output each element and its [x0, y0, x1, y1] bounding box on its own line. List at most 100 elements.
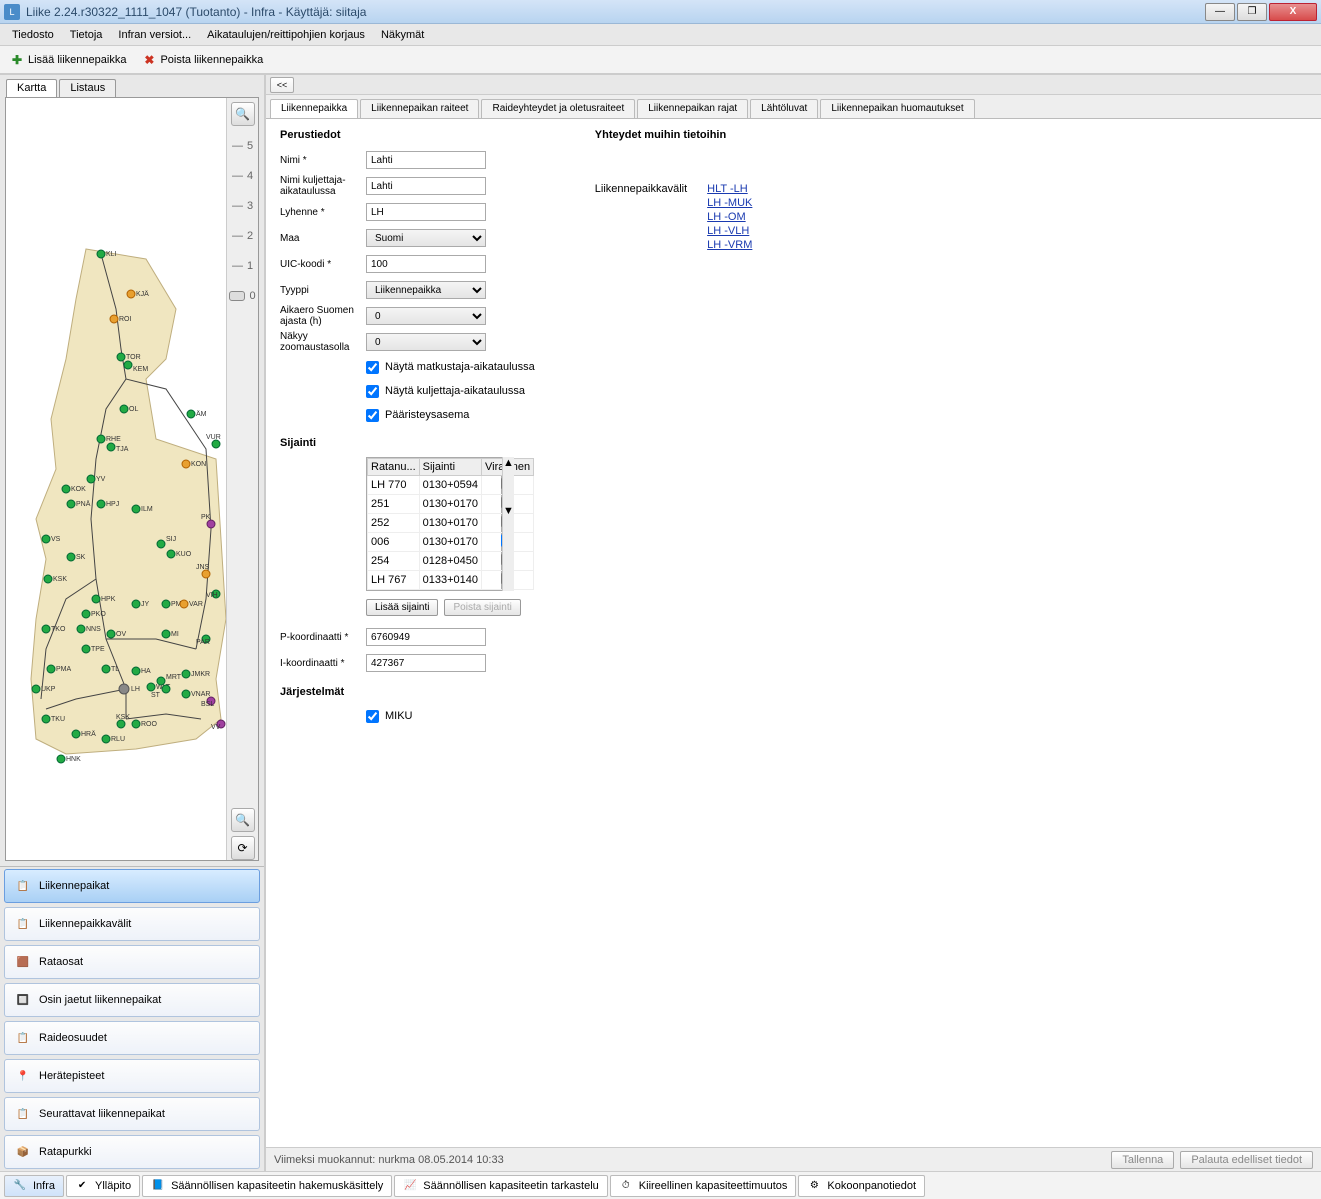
maximize-button[interactable]: ❐	[1237, 3, 1267, 21]
close-button[interactable]: X	[1269, 3, 1317, 21]
col-sijainti[interactable]: Sijainti	[419, 459, 481, 476]
location-icon: 📋	[15, 878, 31, 894]
menu-tiedosto[interactable]: Tiedosto	[4, 27, 62, 43]
label-nimi-kulj: Nimi kuljettaja-aikataulussa	[280, 175, 366, 197]
menu-aikataulujen-korjaus[interactable]: Aikataulujen/reittipohjien korjaus	[199, 27, 373, 43]
nav-rataosat[interactable]: 🟫Rataosat	[4, 945, 260, 979]
label-chk2: Näytä kuljettaja-aikataulussa	[385, 385, 525, 397]
link-0[interactable]: HLT -LH	[707, 183, 752, 195]
interval-icon: 📋	[15, 916, 31, 932]
chk-paa[interactable]	[366, 409, 379, 422]
chk-kuljettaja[interactable]	[366, 385, 379, 398]
menu-infran-versiot[interactable]: Infran versiot...	[110, 27, 199, 43]
tab-raideyhteydet[interactable]: Raideyhteydet ja oletusraiteet	[481, 99, 635, 118]
input-ikoord[interactable]	[366, 654, 486, 672]
label-liikennepaikkavalit: Liikennepaikkavälit	[595, 183, 687, 251]
svg-text:TKO: TKO	[51, 626, 66, 633]
refresh-map-button[interactable]: ⟳	[231, 836, 255, 860]
tab-rajat[interactable]: Liikennepaikan rajat	[637, 99, 748, 118]
svg-text:KUO: KUO	[176, 551, 192, 558]
svg-text:PMA: PMA	[56, 666, 72, 673]
section-yhteydet: Yhteydet muihin tietoihin	[595, 129, 753, 141]
status-kokoonpano[interactable]: ⚙Kokoonpanotiedot	[798, 1175, 925, 1197]
nav-heratepisteet[interactable]: 📍Herätepisteet	[4, 1059, 260, 1093]
input-pkoord[interactable]	[366, 628, 486, 646]
col-ratanu[interactable]: Ratanu...	[368, 459, 420, 476]
svg-text:PNÄ: PNÄ	[76, 500, 91, 508]
svg-text:KEM: KEM	[133, 366, 148, 373]
svg-text:SK: SK	[76, 554, 86, 561]
link-2[interactable]: LH -OM	[707, 211, 752, 223]
follow-icon: 📋	[15, 1106, 31, 1122]
tab-lahtoluvat[interactable]: Lähtöluvat	[750, 99, 818, 118]
nav-ratapurkki[interactable]: 📦Ratapurkki	[4, 1135, 260, 1169]
maintenance-icon: ✔	[75, 1179, 89, 1193]
input-lyhenne[interactable]	[366, 203, 486, 221]
tab-huomautukset[interactable]: Liikennepaikan huomautukset	[820, 99, 974, 118]
tab-listaus[interactable]: Listaus	[59, 79, 116, 97]
collapse-left-button[interactable]: <<	[270, 77, 294, 93]
svg-text:KLI: KLI	[106, 251, 117, 258]
tab-kartta[interactable]: Kartta	[6, 79, 57, 97]
menu-tietoja[interactable]: Tietoja	[62, 27, 111, 43]
toolbar: ✚ Lisää liikennepaikka ✖ Poista liikenne…	[0, 46, 1321, 74]
label-ikoord: I-koordinaatti *	[280, 658, 366, 669]
link-3[interactable]: LH -VLH	[707, 225, 752, 237]
revert-button[interactable]: Palauta edelliset tiedot	[1180, 1151, 1313, 1169]
input-uic[interactable]	[366, 255, 486, 273]
statusbar: 🔧Infra ✔Ylläpito 📘Säännöllisen kapasitee…	[0, 1171, 1321, 1199]
svg-text:HNK: HNK	[66, 756, 81, 763]
label-nimi: Nimi *	[280, 155, 366, 166]
label-lyhenne: Lyhenne *	[280, 207, 366, 218]
zoom-out-button[interactable]: 🔍	[231, 808, 255, 832]
map-area[interactable]: KLI KJÄ ROI TOR KEM OL ÄM RHE TJA VUR KO…	[6, 98, 226, 860]
status-yllapito[interactable]: ✔Ylläpito	[66, 1175, 140, 1197]
status-kapasiteetti-tarkastelu[interactable]: 📈Säännöllisen kapasiteetin tarkastelu	[394, 1175, 608, 1197]
link-list: HLT -LH LH -MUK LH -OM LH -VLH LH -VRM	[707, 183, 752, 251]
tab-raiteet[interactable]: Liikennepaikan raiteet	[360, 99, 479, 118]
zoom-slider[interactable]: — 5 — 4 — 3 — 2 — 1 0	[229, 130, 255, 804]
select-aikaero[interactable]: 0	[366, 307, 486, 325]
nav-seurattavat[interactable]: 📋Seurattavat liikennepaikat	[4, 1097, 260, 1131]
add-sijainti-button[interactable]: Lisää sijainti	[366, 599, 438, 616]
nav-liikennepaikat[interactable]: 📋Liikennepaikat	[4, 869, 260, 903]
sijainti-table[interactable]: Ratanu... Sijainti Virallinen LH 7700130…	[366, 457, 502, 591]
minimize-button[interactable]: —	[1205, 3, 1235, 21]
zoom-in-button[interactable]: 🔍	[231, 102, 255, 126]
chk-miku[interactable]	[366, 710, 379, 723]
nav-raideosuudet[interactable]: 📋Raideosuudet	[4, 1021, 260, 1055]
chk-matkustaja[interactable]	[366, 361, 379, 374]
svg-text:SIJ: SIJ	[166, 536, 176, 543]
del-liikennepaikka-button[interactable]: ✖ Poista liikennepaikka	[138, 51, 267, 69]
input-nimi[interactable]	[366, 151, 486, 169]
link-4[interactable]: LH -VRM	[707, 239, 752, 251]
svg-text:PK: PK	[201, 514, 211, 521]
map-tools: 🔍 — 5 — 4 — 3 — 2 — 1 0 🔍 ⟳	[226, 98, 258, 860]
save-button[interactable]: Tallenna	[1111, 1151, 1174, 1169]
nav-buttons: 📋Liikennepaikat 📋Liikennepaikkavälit 🟫Ra…	[0, 866, 264, 1171]
label-maa: Maa	[280, 233, 366, 244]
svg-text:ROI: ROI	[119, 316, 132, 323]
link-1[interactable]: LH -MUK	[707, 197, 752, 209]
label-miku: MIKU	[385, 710, 413, 722]
nav-liikennepaikkavalit[interactable]: 📋Liikennepaikkavälit	[4, 907, 260, 941]
del-sijainti-button[interactable]: Poista sijainti	[444, 599, 520, 616]
app-icon: L	[4, 4, 20, 20]
tab-liikennepaikka[interactable]: Liikennepaikka	[270, 99, 358, 118]
add-label: Lisää liikennepaikka	[28, 54, 126, 66]
nav-osin-jaetut[interactable]: 🔲Osin jaetut liikennepaikat	[4, 983, 260, 1017]
svg-text:KOK: KOK	[71, 486, 86, 493]
select-zoom[interactable]: 0	[366, 333, 486, 351]
status-kapasiteetti-hakemus[interactable]: 📘Säännöllisen kapasiteetin hakemuskäsitt…	[142, 1175, 392, 1197]
table-scrollbar[interactable]: ▲▼	[502, 457, 514, 591]
input-nimi-kulj[interactable]	[366, 177, 486, 195]
menu-nakymat[interactable]: Näkymät	[373, 27, 432, 43]
svg-text:ÄM: ÄM	[196, 410, 207, 418]
select-tyyppi[interactable]: Liikennepaikka	[366, 281, 486, 299]
section-jarjestelmat: Järjestelmät	[280, 686, 535, 698]
status-infra[interactable]: 🔧Infra	[4, 1175, 64, 1197]
status-kiireellinen[interactable]: ⏱Kiireellinen kapasiteettimuutos	[610, 1175, 797, 1197]
select-maa[interactable]: Suomi	[366, 229, 486, 247]
add-liikennepaikka-button[interactable]: ✚ Lisää liikennepaikka	[6, 51, 130, 69]
svg-text:HRÄ: HRÄ	[81, 730, 96, 738]
